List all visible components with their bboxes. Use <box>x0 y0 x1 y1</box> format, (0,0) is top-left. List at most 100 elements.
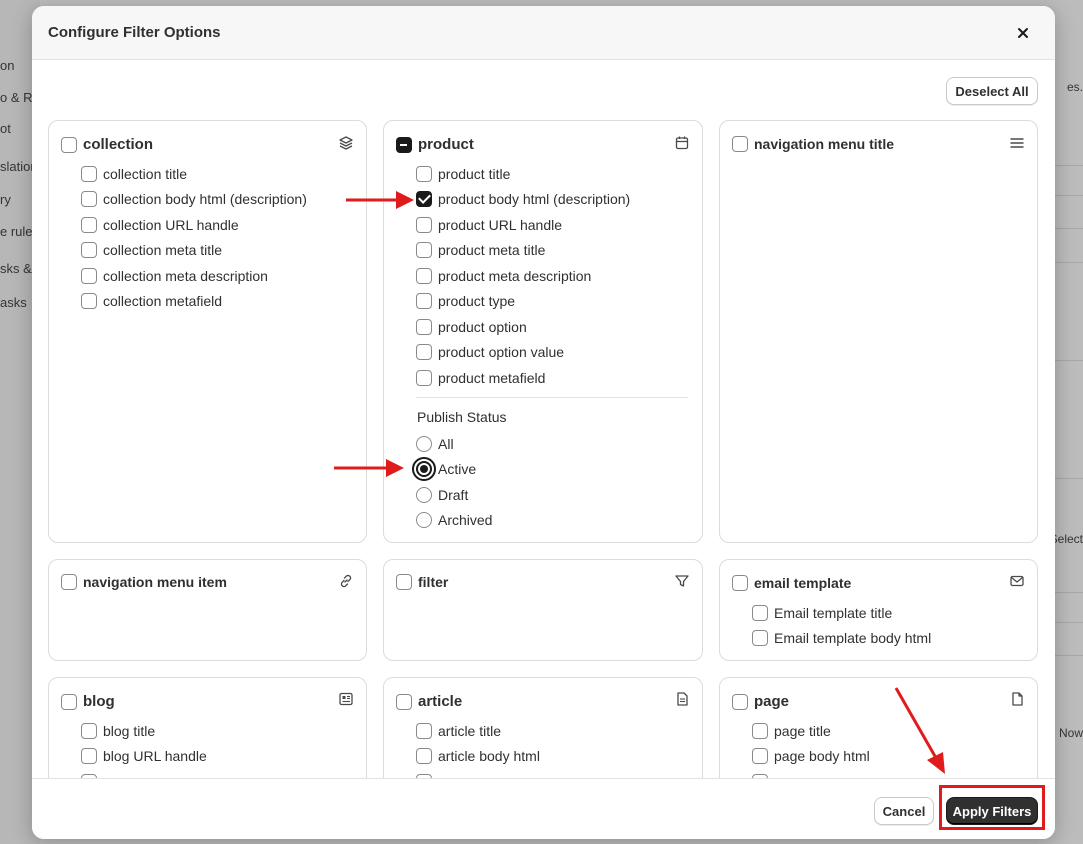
option-checkbox[interactable] <box>81 267 97 284</box>
option-row[interactable]: product URL handle <box>416 212 630 238</box>
option-label: page body html <box>774 748 870 765</box>
option-row[interactable]: Email template title <box>752 600 931 626</box>
option-row[interactable]: collection metafield <box>81 289 307 315</box>
option-label: product option <box>438 318 527 335</box>
option-row[interactable]: product option <box>416 314 630 340</box>
option-label: collection metafield <box>103 293 223 310</box>
option-label: blog title <box>103 722 156 739</box>
option-label: product meta description <box>438 267 592 284</box>
option-checkbox[interactable] <box>752 722 768 739</box>
option-row[interactable]: product meta description <box>416 263 630 289</box>
option-checkbox[interactable] <box>81 216 97 233</box>
blog-checkbox[interactable] <box>61 694 77 710</box>
option-checkbox[interactable] <box>416 267 432 284</box>
radio-row[interactable]: All <box>416 431 492 457</box>
filter-checkbox[interactable] <box>396 574 412 590</box>
article-checkbox[interactable] <box>396 694 412 710</box>
option-row[interactable]: product type <box>416 289 630 315</box>
option-row[interactable]: page body html <box>752 744 870 770</box>
option-row[interactable]: collection meta title <box>81 238 307 264</box>
close-button[interactable] <box>1013 23 1033 43</box>
option-checkbox[interactable] <box>752 748 768 765</box>
option-row[interactable]: Email template body html <box>752 626 931 652</box>
close-icon <box>1018 28 1028 38</box>
option-checkbox[interactable] <box>416 216 432 233</box>
option-checkbox[interactable] <box>81 242 97 259</box>
radio-archived[interactable] <box>416 512 432 529</box>
navigation-menu-title-checkbox[interactable] <box>732 136 748 152</box>
card-title-collection: collection <box>83 136 154 153</box>
card-collection: collection collection title collection b… <box>48 120 367 543</box>
option-row[interactable]: collection title <box>81 161 307 187</box>
option-checkbox-checked[interactable] <box>416 191 432 208</box>
option-label: collection meta title <box>103 242 223 259</box>
radio-all[interactable] <box>416 435 432 452</box>
option-checkbox[interactable] <box>81 191 97 208</box>
option-checkbox[interactable] <box>416 722 432 739</box>
option-row[interactable]: product meta title <box>416 238 630 264</box>
option-checkbox[interactable] <box>416 369 432 386</box>
option-row[interactable]: article title <box>416 718 540 744</box>
option-row[interactable]: blog title <box>81 718 207 744</box>
radio-draft[interactable] <box>416 486 432 503</box>
card-title-product: product <box>418 136 474 153</box>
card-title-navigation-menu-item: navigation menu item <box>83 574 227 590</box>
option-checkbox[interactable] <box>416 293 432 310</box>
option-checkbox[interactable] <box>416 748 432 765</box>
deselect-all-button[interactable]: Deselect All <box>946 77 1038 105</box>
option-row[interactable]: page title <box>752 718 870 744</box>
option-row[interactable]: article body html <box>416 744 540 770</box>
option-row-partial[interactable] <box>752 769 870 778</box>
option-checkbox[interactable] <box>416 344 432 361</box>
card-blog: blog blog title blog URL handle <box>48 677 367 778</box>
calendar-icon <box>675 136 689 150</box>
option-row[interactable]: product title <box>416 161 630 187</box>
page-checkbox[interactable] <box>732 694 748 710</box>
option-checkbox[interactable] <box>416 318 432 335</box>
radio-row[interactable]: Active <box>412 457 492 483</box>
publish-status-label: Publish Status <box>417 409 507 425</box>
navigation-menu-item-checkbox[interactable] <box>61 574 77 590</box>
option-row-partial[interactable] <box>81 769 207 778</box>
option-label: Email template title <box>774 604 893 621</box>
option-checkbox[interactable] <box>81 748 97 765</box>
card-page: page page title page body html <box>719 677 1038 778</box>
radio-row[interactable]: Draft <box>416 482 492 508</box>
option-checkbox[interactable] <box>416 242 432 259</box>
option-row[interactable]: collection meta description <box>81 263 307 289</box>
option-checkbox[interactable] <box>81 293 97 310</box>
collection-checkbox[interactable] <box>61 137 77 153</box>
option-row-partial[interactable] <box>416 769 540 778</box>
card-product: product product title product body html … <box>383 120 703 543</box>
layers-icon <box>339 136 353 150</box>
article-options: article title article body html <box>416 718 540 778</box>
option-checkbox[interactable] <box>752 604 768 621</box>
email-template-checkbox[interactable] <box>732 575 748 591</box>
card-title-article: article <box>418 693 463 710</box>
option-row[interactable]: product option value <box>416 340 630 366</box>
card-title-page: page <box>754 693 790 710</box>
document-icon <box>677 692 688 706</box>
option-label: collection URL handle <box>103 216 239 233</box>
radio-label: Draft <box>438 486 469 503</box>
option-label: article body html <box>438 748 540 765</box>
option-checkbox[interactable] <box>81 165 97 182</box>
card-title-navigation-menu-title: navigation menu title <box>754 136 895 152</box>
radio-active-selected[interactable] <box>412 457 436 482</box>
option-checkbox[interactable] <box>416 165 432 182</box>
radio-label: Active <box>438 461 477 478</box>
option-checkbox[interactable] <box>752 630 768 647</box>
option-row[interactable]: blog URL handle <box>81 744 207 770</box>
radio-row[interactable]: Archived <box>416 508 492 534</box>
product-checkbox[interactable] <box>396 137 412 153</box>
card-navigation-menu-item: navigation menu item <box>48 559 367 661</box>
option-row[interactable]: product body html (description) <box>416 187 630 213</box>
page-icon <box>1012 692 1023 706</box>
menu-icon <box>1010 138 1024 148</box>
publish-status-options: All Active Draft Archived <box>412 431 492 534</box>
option-row[interactable]: collection body html (description) <box>81 187 307 213</box>
option-row[interactable]: product metafield <box>416 365 630 391</box>
cancel-button[interactable]: Cancel <box>874 797 934 825</box>
option-row[interactable]: collection URL handle <box>81 212 307 238</box>
option-checkbox[interactable] <box>81 722 97 739</box>
